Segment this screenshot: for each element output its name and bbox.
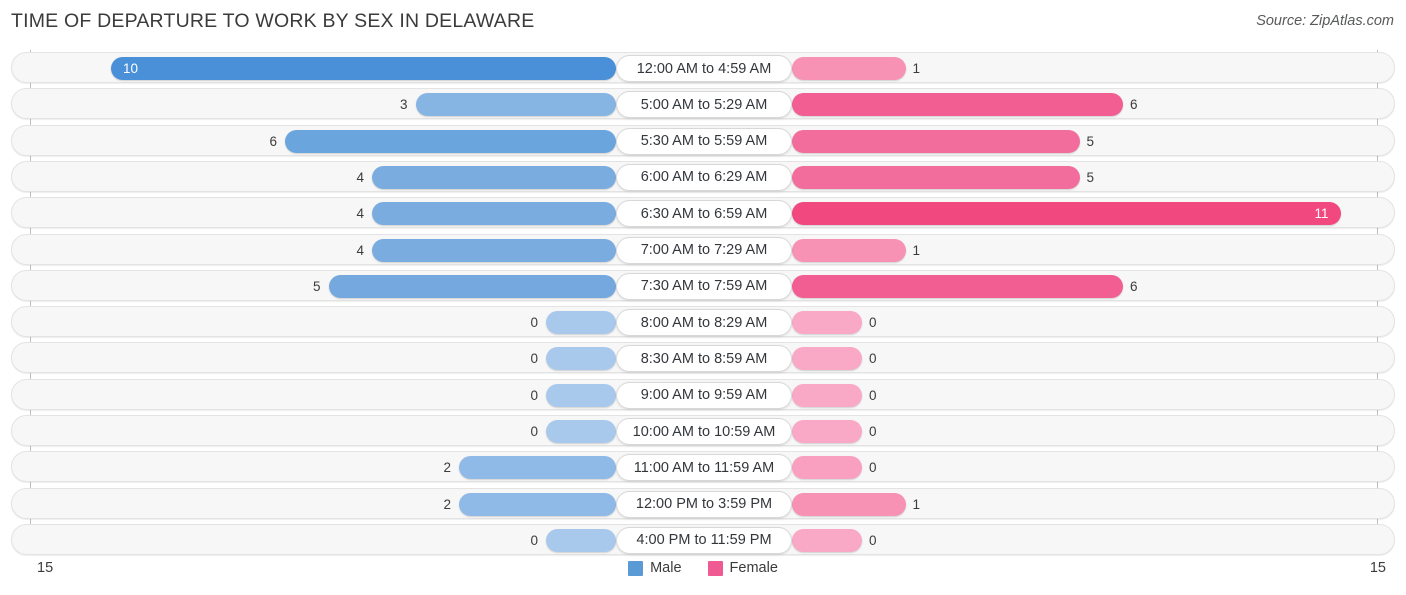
legend-item[interactable]: Female	[707, 560, 778, 576]
source-attribution: Source: ZipAtlas.com	[1256, 13, 1394, 29]
category-label-pill: 4:00 PM to 11:59 PM	[616, 526, 792, 554]
male-bar[interactable]	[459, 456, 616, 480]
female-bar[interactable]	[792, 528, 862, 552]
table-row[interactable]: 5 6 7:30 AM to 7:59 AM	[11, 269, 1395, 301]
page-title: TIME OF DEPARTURE TO WORK BY SEX IN DELA…	[11, 10, 535, 32]
axis-tick-right: 15	[1369, 560, 1386, 576]
female-value-label: 5	[1086, 133, 1095, 149]
category-label-pill: 7:30 AM to 7:59 AM	[616, 272, 792, 300]
chart-plot-area: 10 1 12:00 AM to 4:59 AM 3 6 5:00 AM to 5:29 …	[0, 50, 1406, 555]
female-value-label: 0	[869, 351, 877, 367]
female-bar[interactable]	[792, 93, 1123, 117]
category-label-pill: 5:00 AM to 5:29 AM	[616, 91, 792, 119]
female-bar[interactable]	[792, 202, 1341, 226]
male-bar[interactable]	[372, 238, 616, 262]
male-bar[interactable]	[546, 311, 616, 335]
male-value-label: 10	[123, 61, 139, 76]
category-label-pill: 12:00 PM to 3:59 PM	[616, 490, 792, 518]
female-bar[interactable]	[792, 420, 862, 443]
female-value-label: 1	[912, 242, 921, 258]
category-label-pill: 8:00 AM to 8:29 AM	[616, 309, 792, 337]
category-label-pill: 12:00 AM to 4:59 AM	[616, 55, 792, 82]
table-row[interactable]: 6 5 5:30 AM to 5:59 AM	[11, 124, 1395, 156]
legend-label: Male	[650, 560, 682, 576]
table-row[interactable]: 2 1 12:00 PM to 3:59 PM	[11, 487, 1395, 519]
male-value-label: 0	[530, 424, 538, 439]
female-value-label: 0	[869, 315, 877, 331]
chart-legend: Male Female	[0, 560, 1406, 576]
female-value-label: 0	[869, 387, 877, 403]
male-value-label: 0	[530, 351, 538, 367]
male-value-label: 4	[356, 242, 364, 258]
table-row[interactable]: 0 0 8:00 AM to 8:29 AM	[11, 306, 1395, 338]
female-bar[interactable]	[792, 274, 1123, 298]
male-value-label: 3	[399, 97, 408, 113]
male-bar[interactable]	[546, 347, 616, 371]
male-legend-swatch	[628, 560, 644, 576]
male-bar[interactable]	[111, 57, 616, 80]
legend-item[interactable]: Male	[628, 560, 682, 576]
category-label-pill: 5:30 AM to 5:59 AM	[616, 127, 792, 155]
male-bar[interactable]	[328, 274, 616, 298]
table-row[interactable]: 0 0 4:00 PM to 11:59 PM	[11, 523, 1395, 555]
male-value-label: 4	[356, 206, 364, 222]
male-value-label: 2	[443, 460, 451, 476]
chart-footer: 15 15 Male Female	[0, 555, 1406, 595]
legend-label: Female	[729, 560, 778, 576]
male-value-label: 2	[443, 496, 451, 512]
male-bar[interactable]	[372, 165, 616, 189]
female-value-label: 0	[869, 424, 877, 439]
male-bar[interactable]	[546, 528, 616, 552]
chart-header: TIME OF DEPARTURE TO WORK BY SEX IN DELA…	[0, 0, 1406, 44]
table-row[interactable]: 2 0 11:00 AM to 11:59 AM	[11, 451, 1395, 483]
male-value-label: 0	[530, 315, 538, 331]
male-value-label: 0	[530, 387, 538, 403]
table-row[interactable]: 4 1 7:00 AM to 7:29 AM	[11, 233, 1395, 265]
male-bar[interactable]	[459, 492, 616, 516]
female-bar[interactable]	[792, 456, 862, 480]
female-bar[interactable]	[792, 238, 906, 262]
male-value-label: 4	[356, 169, 364, 185]
male-bar[interactable]	[372, 202, 616, 226]
male-bar[interactable]	[546, 383, 616, 407]
category-label-pill: 6:30 AM to 6:59 AM	[616, 200, 792, 228]
female-legend-swatch	[707, 560, 723, 576]
table-row[interactable]: 0 0 8:30 AM to 8:59 AM	[11, 342, 1395, 374]
female-bar[interactable]	[792, 492, 906, 516]
female-value-label: 5	[1086, 169, 1095, 185]
male-bar[interactable]	[546, 420, 616, 443]
table-row[interactable]: 0 0 9:00 AM to 9:59 AM	[11, 378, 1395, 410]
category-label-pill: 9:00 AM to 9:59 AM	[616, 381, 792, 409]
female-bar[interactable]	[792, 311, 862, 335]
axis-tick-left: 15	[37, 560, 54, 576]
female-bar[interactable]	[792, 57, 906, 80]
category-label-pill: 7:00 AM to 7:29 AM	[616, 236, 792, 264]
table-row[interactable]: 4 5 6:00 AM to 6:29 AM	[11, 160, 1395, 192]
category-label-pill: 8:30 AM to 8:59 AM	[616, 345, 792, 373]
female-value-label: 0	[869, 460, 877, 476]
female-bar[interactable]	[792, 165, 1080, 189]
female-value-label: 0	[869, 532, 877, 548]
female-bar[interactable]	[792, 347, 862, 371]
table-row[interactable]: 3 6 5:00 AM to 5:29 AM	[11, 88, 1395, 120]
male-bar[interactable]	[285, 129, 616, 153]
male-bar[interactable]	[415, 93, 616, 117]
female-value-label: 1	[912, 61, 921, 76]
male-value-label: 5	[312, 278, 321, 294]
female-value-label: 6	[1130, 278, 1138, 294]
female-bar[interactable]	[792, 383, 862, 407]
female-value-label: 6	[1130, 97, 1138, 113]
category-label-pill: 11:00 AM to 11:59 AM	[616, 454, 792, 482]
table-row[interactable]: 0 0 10:00 AM to 10:59 AM	[11, 415, 1395, 446]
male-value-label: 6	[269, 133, 277, 149]
table-row[interactable]: 4 11 6:30 AM to 6:59 AM	[11, 197, 1395, 229]
female-bar[interactable]	[792, 129, 1080, 153]
category-label-pill: 10:00 AM to 10:59 AM	[616, 418, 792, 445]
female-value-label: 11	[1314, 206, 1329, 222]
table-row[interactable]: 10 1 12:00 AM to 4:59 AM	[11, 52, 1395, 83]
male-value-label: 0	[530, 532, 538, 548]
category-label-pill: 6:00 AM to 6:29 AM	[616, 163, 792, 191]
female-value-label: 1	[912, 496, 921, 512]
